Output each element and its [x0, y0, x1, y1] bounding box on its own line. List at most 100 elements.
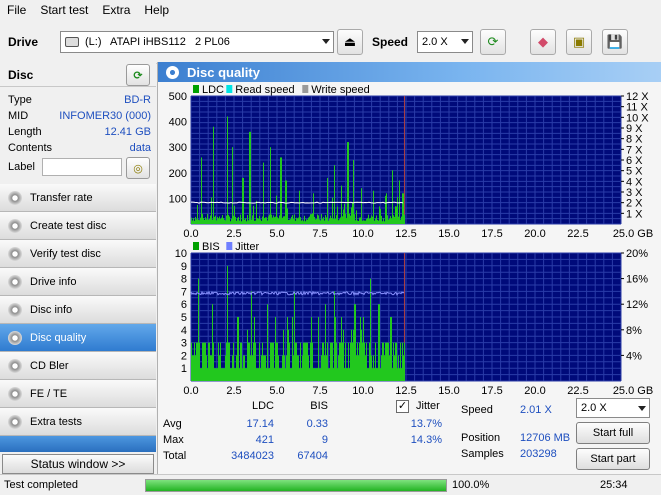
ldc-bar — [281, 157, 282, 224]
bis-bar — [261, 355, 262, 381]
bis-bar — [328, 368, 329, 381]
ldc-bar — [291, 216, 292, 224]
speed-select[interactable]: 2.0 X — [417, 31, 473, 53]
bis-bar — [228, 342, 229, 381]
nav-item-extra-tests[interactable]: Extra tests — [0, 408, 156, 436]
bis-bar — [333, 368, 334, 381]
disc-label-input[interactable] — [42, 158, 122, 176]
bis-bar — [223, 368, 224, 381]
bis-bar — [288, 329, 289, 381]
start-part-button[interactable]: Start part — [576, 448, 650, 470]
ldc-bar — [378, 220, 379, 224]
bis-bar — [258, 368, 259, 381]
y-tick-label: 10 — [175, 248, 187, 260]
ldc-bar — [357, 220, 358, 224]
x-tick-label: 17.5 — [481, 228, 502, 240]
ldc-bar — [269, 214, 270, 224]
drive-icon — [65, 37, 79, 47]
y2-tick-label: 16% — [626, 274, 648, 286]
nav-item-cd-bler[interactable]: CD Bler — [0, 352, 156, 380]
menu-extra[interactable]: Extra — [95, 3, 137, 17]
menu-help[interactable]: Help — [137, 3, 176, 17]
bis-bar — [231, 368, 232, 381]
bis-bar — [351, 329, 352, 381]
ldc-bar — [320, 220, 321, 224]
bis-bar — [264, 355, 265, 381]
nav-item-label: FE / TE — [30, 387, 68, 400]
nav-item-drive-info[interactable]: Drive info — [0, 268, 156, 296]
ldc-bar — [233, 215, 234, 224]
jitter-checkbox[interactable]: ✓ — [396, 400, 409, 413]
bis-bar — [220, 342, 221, 381]
bis-bar — [331, 342, 332, 381]
bis-bar — [270, 342, 271, 381]
bis-bar — [400, 342, 401, 381]
ldc-bar — [333, 218, 334, 224]
bis-bar — [191, 342, 192, 381]
ldc-bar — [376, 215, 377, 224]
ldc-bar — [392, 170, 393, 224]
nav-item-disc-quality[interactable]: Disc quality — [0, 324, 156, 352]
test-speed-select[interactable]: 2.0 X — [576, 398, 650, 418]
menu-file[interactable]: File — [0, 3, 33, 17]
nav-item-create-test-disc[interactable]: Create test disc — [0, 212, 156, 240]
ldc-bar — [395, 206, 396, 224]
bis-bar — [299, 368, 300, 381]
ldc-bar — [228, 214, 229, 224]
ldc-bar — [303, 221, 304, 224]
erase-button[interactable]: ◆ — [530, 29, 556, 55]
drive-select[interactable]: (L:) ATAPI iHBS112 2 PL06 — [60, 31, 334, 53]
bis-bar — [354, 304, 355, 381]
bis-bar — [358, 355, 359, 381]
menu-start-test[interactable]: Start test — [33, 3, 95, 17]
disc-icon — [166, 65, 179, 79]
bis-bar — [365, 355, 366, 381]
ldc-bar — [309, 216, 310, 224]
disc-contents-value: data — [129, 142, 151, 154]
ldc-bar — [199, 220, 200, 224]
nav-item-verify-test-disc[interactable]: Verify test disc — [0, 240, 156, 268]
disc-icon — [8, 358, 22, 373]
bis-bar — [265, 355, 266, 381]
ldc-bar — [204, 219, 205, 224]
bis-bar — [249, 342, 250, 381]
nav-item-disc-info[interactable]: Disc info — [0, 296, 156, 324]
nav-item-transfer-rate[interactable]: Transfer rate — [0, 184, 156, 212]
refresh-speed-button[interactable]: ⟳ — [480, 29, 506, 55]
bis-bar — [359, 342, 360, 381]
bis-chart-x-ticks: 0.0 2.5 5.0 7.5 10.0 12.5 15.0 17.5 20.0 22.5 25.0… — [183, 385, 653, 396]
bis-bar — [348, 342, 349, 381]
ldc-bar — [305, 221, 306, 224]
y-tick-label: 1 — [181, 363, 187, 375]
bis-bar — [324, 355, 325, 381]
ldc-bar — [391, 218, 392, 224]
status-window-button[interactable]: Status window >> — [2, 454, 154, 474]
bis-bar — [272, 342, 273, 381]
ldc-bar — [207, 213, 208, 224]
bis-bar — [353, 329, 354, 381]
ldc-bar — [246, 221, 247, 224]
eject-button[interactable]: ⏏ — [337, 29, 363, 55]
bis-bar — [256, 368, 257, 381]
bis-bar — [386, 342, 387, 381]
ldc-bar — [321, 214, 322, 224]
bis-bar — [298, 355, 299, 381]
start-full-button[interactable]: Start full — [576, 422, 650, 444]
disc-mid-key: MID — [8, 110, 29, 122]
ldc-bar — [323, 217, 324, 224]
bis-bar — [268, 368, 269, 381]
save-button[interactable]: 💾 — [602, 29, 628, 55]
ldc-bar — [394, 216, 395, 224]
label-apply-button[interactable]: ◎ — [126, 157, 150, 179]
x-tick-label: 22.5 — [567, 385, 588, 396]
bis-bar — [230, 368, 231, 381]
bis-bar — [257, 368, 258, 381]
nav-item-fe-te[interactable]: FE / TE — [0, 380, 156, 408]
copy-screenshot-button[interactable]: ▣ — [566, 29, 592, 55]
bis-bar — [379, 304, 380, 381]
refresh-disc-button[interactable]: ⟳ — [126, 64, 150, 86]
bis-bar — [209, 342, 210, 381]
y-tick-label: 4 — [181, 325, 187, 337]
ldc-bar — [343, 209, 344, 224]
bis-bar — [323, 342, 324, 381]
